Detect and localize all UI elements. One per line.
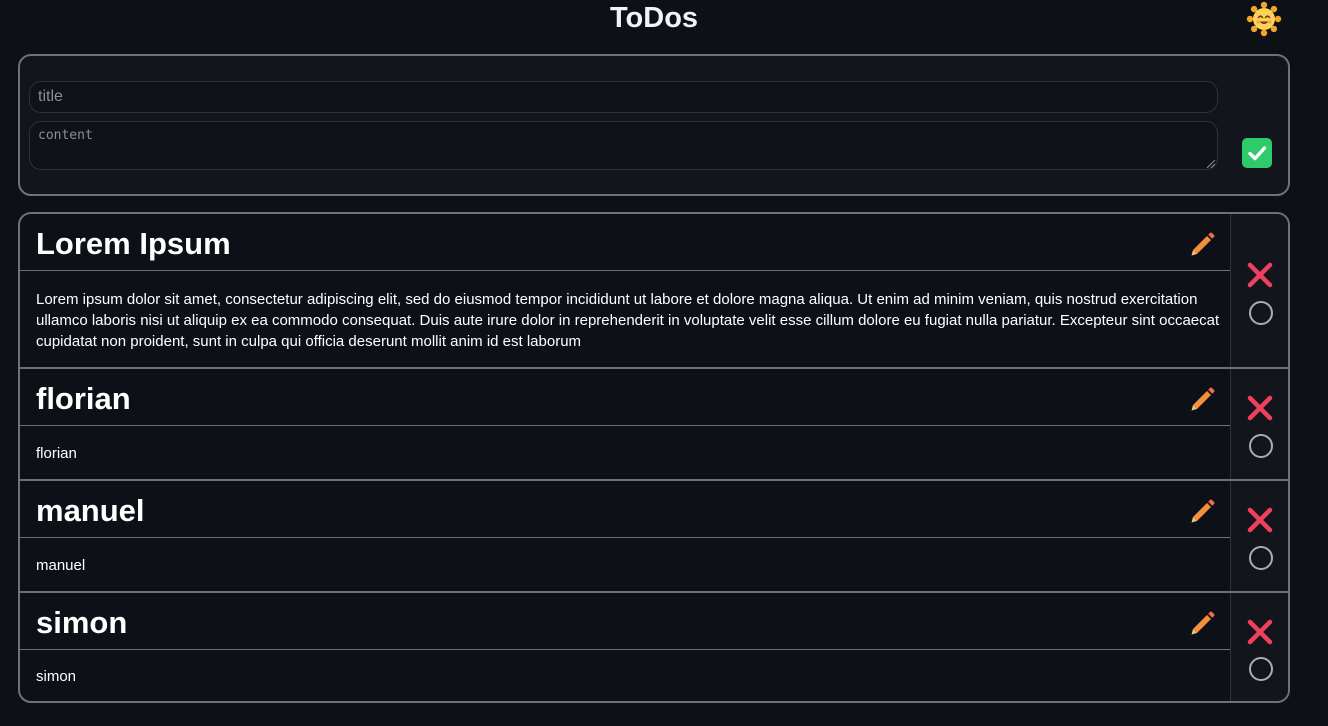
todo-item: florian florian — [20, 367, 1288, 479]
app-header: ToDos — [0, 0, 1308, 40]
todo-body: Lorem Ipsum Lorem ipsum dolor sit amet, … — [20, 214, 1230, 367]
delete-x-icon[interactable] — [1246, 618, 1274, 646]
theme-toggle-icon[interactable] — [1246, 1, 1282, 37]
submit-button[interactable] — [1242, 138, 1272, 168]
delete-x-icon[interactable] — [1246, 261, 1274, 289]
todo-actions — [1230, 593, 1288, 701]
todo-header: manuel — [20, 481, 1230, 538]
todo-body: simon simon — [20, 593, 1230, 701]
edit-pencil-icon[interactable] — [1189, 609, 1217, 637]
done-radio[interactable] — [1249, 434, 1273, 458]
todo-header: Lorem Ipsum — [20, 214, 1230, 271]
todo-item: manuel manuel — [20, 479, 1288, 591]
title-input[interactable] — [29, 81, 1218, 113]
todo-content: florian — [36, 445, 77, 462]
done-radio[interactable] — [1249, 546, 1273, 570]
edit-pencil-icon[interactable] — [1189, 230, 1217, 258]
todo-title: manuel — [36, 493, 145, 528]
todo-title: florian — [36, 381, 131, 416]
todo-list: Lorem Ipsum Lorem ipsum dolor sit amet, … — [18, 212, 1290, 703]
done-radio[interactable] — [1249, 301, 1273, 325]
todo-title: simon — [36, 605, 128, 640]
edit-pencil-icon[interactable] — [1189, 497, 1217, 525]
todo-header: simon — [20, 593, 1230, 650]
todo-body: manuel manuel — [20, 481, 1230, 591]
todo-title: Lorem Ipsum — [36, 226, 231, 261]
todo-content: Lorem ipsum dolor sit amet, consectetur … — [36, 291, 1220, 350]
delete-x-icon[interactable] — [1246, 506, 1274, 534]
todo-header: florian — [20, 369, 1230, 426]
todo-actions — [1230, 214, 1288, 367]
done-radio[interactable] — [1249, 657, 1273, 681]
page-title: ToDos — [609, 2, 699, 34]
todo-item: Lorem Ipsum Lorem ipsum dolor sit amet, … — [20, 214, 1288, 367]
todo-body: florian florian — [20, 369, 1230, 479]
delete-x-icon[interactable] — [1246, 394, 1274, 422]
edit-pencil-icon[interactable] — [1189, 385, 1217, 413]
todo-content: simon — [36, 668, 77, 685]
new-todo-form — [18, 54, 1290, 196]
resize-grip-icon[interactable] — [1204, 156, 1216, 169]
checkmark-icon — [1248, 146, 1267, 161]
todo-actions — [1230, 369, 1288, 479]
todo-content: manuel — [36, 557, 86, 574]
content-input[interactable] — [29, 121, 1218, 170]
todo-item: simon simon — [20, 591, 1288, 701]
todo-actions — [1230, 481, 1288, 591]
